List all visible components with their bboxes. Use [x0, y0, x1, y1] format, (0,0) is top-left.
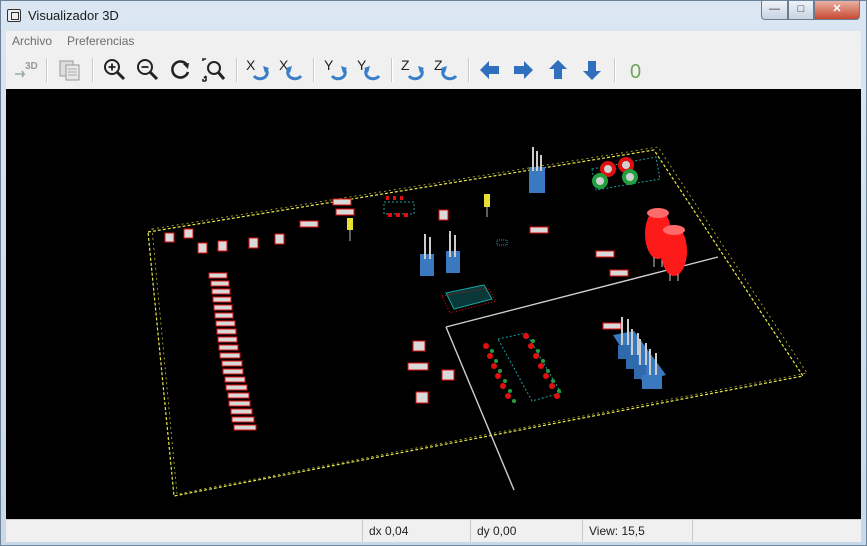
window-title: Visualizador 3D [28, 8, 119, 23]
rotate-x-ccw-icon: X [279, 57, 303, 81]
rotate-y-cw-button[interactable]: Y [322, 56, 350, 84]
menu-archivo[interactable]: Archivo [12, 34, 52, 48]
pan-right-icon [514, 61, 533, 79]
board-outline [147, 149, 804, 497]
title-bar[interactable]: Visualizador 3D — □ ✕ [1, 1, 866, 31]
export-3d-icon: 3D [15, 61, 38, 78]
status-dx: dx 0,04 [362, 520, 470, 542]
pan-down-button[interactable] [578, 56, 606, 84]
maximize-button[interactable]: □ [788, 1, 814, 20]
app-icon[interactable] [7, 9, 21, 22]
redraw-button[interactable] [167, 56, 195, 84]
ic-top [383, 196, 415, 217]
status-bar: dx 0,04 dy 0,00 View: 15,5 [6, 519, 861, 542]
rotate-y-ccw-button[interactable]: Y [355, 56, 383, 84]
zoom-fit-icon [202, 58, 226, 82]
dip-footprint [483, 332, 562, 403]
rotate-x-cw-button[interactable]: X [244, 56, 272, 84]
svg-text:0: 0 [630, 61, 641, 83]
svg-text:X: X [246, 57, 256, 73]
qfp-chip [441, 284, 497, 314]
svg-text:Z: Z [401, 57, 410, 73]
pan-left-icon [480, 61, 499, 79]
pan-up-button[interactable] [544, 56, 572, 84]
ortho-toggle-button[interactable]: 0 [622, 56, 650, 84]
redraw-icon [171, 60, 190, 79]
menu-bar: Archivo Preferencias [6, 31, 861, 52]
rotate-x-ccw-button[interactable]: X [277, 56, 305, 84]
3d-viewport[interactable] [6, 89, 861, 519]
pan-right-button[interactable] [509, 56, 537, 84]
rotate-z-cw-button[interactable]: Z [399, 56, 427, 84]
copy-image-button[interactable] [56, 56, 84, 84]
export-3d-label: 3D [25, 61, 38, 72]
smd-column [208, 272, 257, 431]
menu-preferencias[interactable]: Preferencias [67, 34, 134, 48]
zoom-out-button[interactable] [134, 56, 162, 84]
svg-text:Y: Y [324, 57, 334, 73]
toolbar: 3D X X Y Y Z Z 0 [6, 51, 861, 89]
copy-image-icon [59, 60, 80, 81]
rotate-z-ccw-button[interactable]: Z [432, 56, 460, 84]
zoom-in-button[interactable] [101, 56, 129, 84]
pin-header-block [602, 317, 666, 389]
zoom-out-icon [137, 59, 159, 81]
rotate-z-cw-icon: Z [401, 57, 424, 81]
rotate-z-ccw-icon: Z [434, 57, 458, 81]
pan-up-icon [549, 60, 567, 79]
ortho-toggle-icon: 0 [630, 61, 641, 83]
zoom-fit-button[interactable] [200, 56, 228, 84]
red-leds [645, 208, 687, 281]
status-dy: dy 0,00 [470, 520, 582, 542]
pan-down-icon [583, 61, 601, 80]
rotate-y-cw-icon: Y [324, 57, 347, 81]
yellow-diodes [347, 194, 490, 241]
rotate-y-ccw-icon: Y [357, 57, 381, 81]
status-empty [692, 520, 861, 542]
app-window: Visualizador 3D — □ ✕ Archivo Preferenci… [0, 0, 867, 546]
export-3d-button[interactable]: 3D [12, 56, 40, 84]
status-view: View: 15,5 [582, 520, 692, 542]
axis-line [445, 326, 515, 491]
zoom-in-icon [104, 59, 126, 81]
rotate-x-cw-icon: X [246, 57, 269, 81]
pan-left-button[interactable] [476, 56, 504, 84]
round-components [591, 156, 661, 191]
smd-top-row [164, 198, 629, 277]
close-button[interactable]: ✕ [814, 1, 860, 20]
pcb-3d-render [147, 146, 808, 497]
minimize-button[interactable]: — [761, 1, 788, 20]
smd-mid-left [407, 340, 455, 404]
